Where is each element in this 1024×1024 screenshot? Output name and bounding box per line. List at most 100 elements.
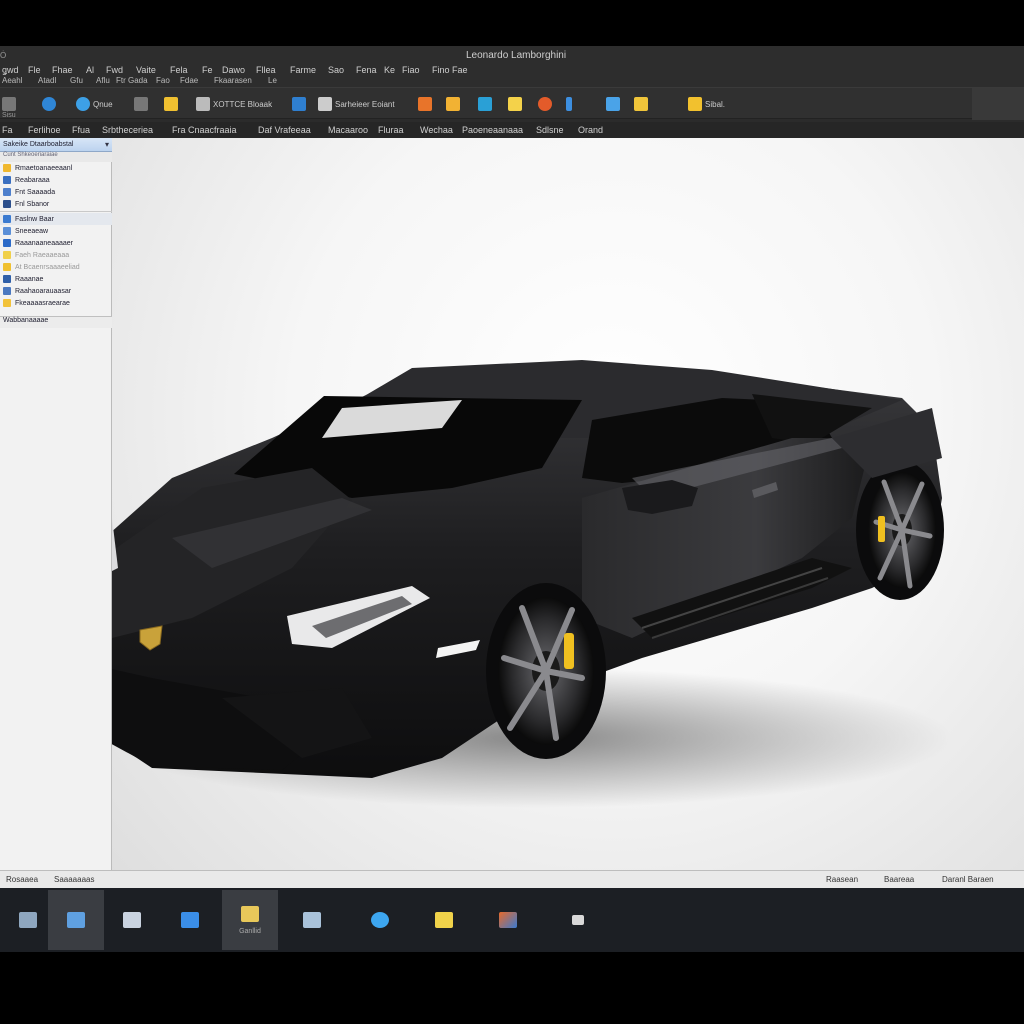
ribbon-tab[interactable]: Wechaa xyxy=(420,125,453,135)
toolbar-button[interactable] xyxy=(2,94,19,114)
panel-footer[interactable]: Wabbanaaaae xyxy=(0,316,112,328)
menu-item[interactable]: Dawo xyxy=(222,65,245,75)
layer-icon xyxy=(3,287,11,295)
taskbar-app[interactable]: Ganllid xyxy=(222,890,278,950)
secondary-menu-item[interactable]: Aflu xyxy=(96,76,110,85)
status-dropdown[interactable]: Saaaaaaas xyxy=(54,875,94,884)
toolbar-label: Sibal. xyxy=(705,99,726,109)
ribbon-tab[interactable]: Sdlsne xyxy=(536,125,564,135)
menu-item[interactable]: Fle xyxy=(28,65,41,75)
menu-item[interactable]: Ke xyxy=(384,65,395,75)
panel-item[interactable]: Raaanae xyxy=(0,273,112,285)
ribbon-tab[interactable]: Orand xyxy=(578,125,603,135)
taskbar-app[interactable] xyxy=(480,890,536,950)
ribbon-tab[interactable]: Fluraa xyxy=(378,125,404,135)
taskbar-app[interactable] xyxy=(284,890,340,950)
window-icon xyxy=(292,97,306,111)
toolbar-button[interactable] xyxy=(134,94,151,114)
layer-icon xyxy=(3,239,11,247)
menu-item[interactable]: Fiao xyxy=(402,65,420,75)
panel-item[interactable]: Faslnw Baar xyxy=(0,213,112,225)
panel-item-label: Raaanaaneaaaaer xyxy=(15,239,73,247)
panel-item[interactable]: At Bcaenrsaaaeeliad xyxy=(0,261,112,273)
ribbon-tab[interactable]: Macaaroo xyxy=(328,125,368,135)
toolbar-button[interactable] xyxy=(478,94,495,114)
ribbon-tabs: Fa Ferlihoe Ffua Srbtheceriea Fra Cnaacf… xyxy=(0,122,1024,138)
secondary-menu-item[interactable]: Atadl xyxy=(38,76,56,85)
taskbar-app[interactable] xyxy=(104,890,160,950)
ribbon-tab[interactable]: Ferlihoe xyxy=(28,125,61,135)
tools-icon xyxy=(196,97,210,111)
secondary-menu-item[interactable]: Le xyxy=(268,76,277,85)
ribbon-tab[interactable]: Fra Cnaacfraaia xyxy=(172,125,237,135)
menu-item[interactable]: Al xyxy=(86,65,94,75)
menu-item[interactable]: Fllea xyxy=(256,65,276,75)
menu-item[interactable]: Fena xyxy=(356,65,377,75)
panel-item-label: Rmaetoanaeeaanl xyxy=(15,164,73,172)
panel-item[interactable]: Sneeaeaw xyxy=(0,225,112,237)
menu-item[interactable]: Farme xyxy=(290,65,316,75)
panel-item[interactable]: Rmaetoanaeeaanl xyxy=(0,162,112,174)
panel-item[interactable]: Fnt Saaaada xyxy=(0,186,112,198)
menu-item[interactable]: Fe xyxy=(202,65,213,75)
panel-item-label: Faslnw Baar xyxy=(15,215,54,223)
panel-title: Sakeike Dtaarboabstal xyxy=(3,141,74,148)
menu-item[interactable]: Fela xyxy=(170,65,188,75)
panel-header[interactable]: Sakeike Dtaarboabstal ▾ xyxy=(0,138,112,152)
ribbon-tab[interactable]: Fa xyxy=(2,125,13,135)
toolbar-button[interactable] xyxy=(42,94,59,114)
secondary-menu-item[interactable]: Fdae xyxy=(180,76,198,85)
menu-item[interactable]: ǥwd xyxy=(2,65,19,75)
panel-item[interactable]: Reabaraaa xyxy=(0,174,112,186)
taskbar-app[interactable] xyxy=(550,890,606,950)
toolbar-button[interactable] xyxy=(164,94,181,114)
secondary-menu-item[interactable]: Aeahl xyxy=(2,76,22,85)
toolbar-button[interactable]: XOTTCE Bloaak xyxy=(196,94,272,114)
menu-item[interactable]: Fhae xyxy=(52,65,73,75)
secondary-menu-item[interactable]: Fao xyxy=(156,76,170,85)
taskbar-app[interactable] xyxy=(416,890,472,950)
toolbar-button[interactable] xyxy=(418,94,435,114)
panel-item[interactable]: Raaanaaneaaaaer xyxy=(0,237,112,249)
menu-item[interactable]: Fwd xyxy=(106,65,123,75)
taskbar-app[interactable] xyxy=(162,890,218,950)
toolbar-button[interactable]: Sarheieer Eoiant xyxy=(318,94,395,114)
menu-item[interactable]: Fino xyxy=(432,65,450,75)
car-image xyxy=(112,360,952,808)
secondary-menu-item[interactable]: Fkaarasen xyxy=(214,76,252,85)
menu-item[interactable]: Fae xyxy=(452,65,468,75)
secondary-menu-item[interactable]: Gfu xyxy=(70,76,83,85)
toolbar-button[interactable] xyxy=(566,94,575,114)
ribbon-tab[interactable]: Paoeneaanaaa xyxy=(462,125,523,135)
note-icon xyxy=(634,97,648,111)
panel-item[interactable]: Faeh Raeaaeaaa xyxy=(0,249,112,261)
layer-icon xyxy=(3,188,11,196)
toolbar-button[interactable] xyxy=(292,94,309,114)
toolbar-button[interactable]: Sibal. xyxy=(688,94,725,114)
ribbon-tab[interactable]: Srbtheceriea xyxy=(102,125,153,135)
taskbar-app[interactable] xyxy=(48,890,104,950)
layer-icon xyxy=(3,227,11,235)
toolbar-button[interactable] xyxy=(446,94,463,114)
menu-item[interactable]: Sao xyxy=(328,65,344,75)
media-icon xyxy=(123,912,141,928)
toolbar-button[interactable] xyxy=(538,94,555,114)
app-window: Ȯ Leonardo Lamborghini ǥwd Fle Fhae Al F… xyxy=(0,46,1024,952)
panel-item[interactable]: Fkeaaaasraearae xyxy=(0,297,112,309)
ribbon-tab[interactable]: Daf Vrafeeaa xyxy=(258,125,311,135)
toolbar-overflow[interactable] xyxy=(972,88,1024,120)
main-toolbar: Qnue XOTTCE Bloaak Sarheieer Eoiant Siba… xyxy=(0,87,1024,120)
toolbar-button[interactable]: Qnue xyxy=(76,94,113,114)
chevron-down-icon[interactable]: ▾ xyxy=(105,140,109,149)
menu-item[interactable]: Vaite xyxy=(136,65,156,75)
panel-item[interactable]: Raahaoarauaasar xyxy=(0,285,112,297)
ribbon-tab[interactable]: Ffua xyxy=(72,125,90,135)
panel-item[interactable]: Fnl Sbanor xyxy=(0,198,112,210)
secondary-menu-item[interactable]: Ftr Gada xyxy=(116,76,148,85)
toolbar-button[interactable] xyxy=(634,94,651,114)
taskbar-app[interactable] xyxy=(352,890,408,950)
system-menu-icon[interactable]: Ȯ xyxy=(0,51,6,60)
toolbar-button[interactable] xyxy=(606,94,623,114)
image-canvas[interactable] xyxy=(112,138,1024,924)
toolbar-button[interactable] xyxy=(508,94,525,114)
